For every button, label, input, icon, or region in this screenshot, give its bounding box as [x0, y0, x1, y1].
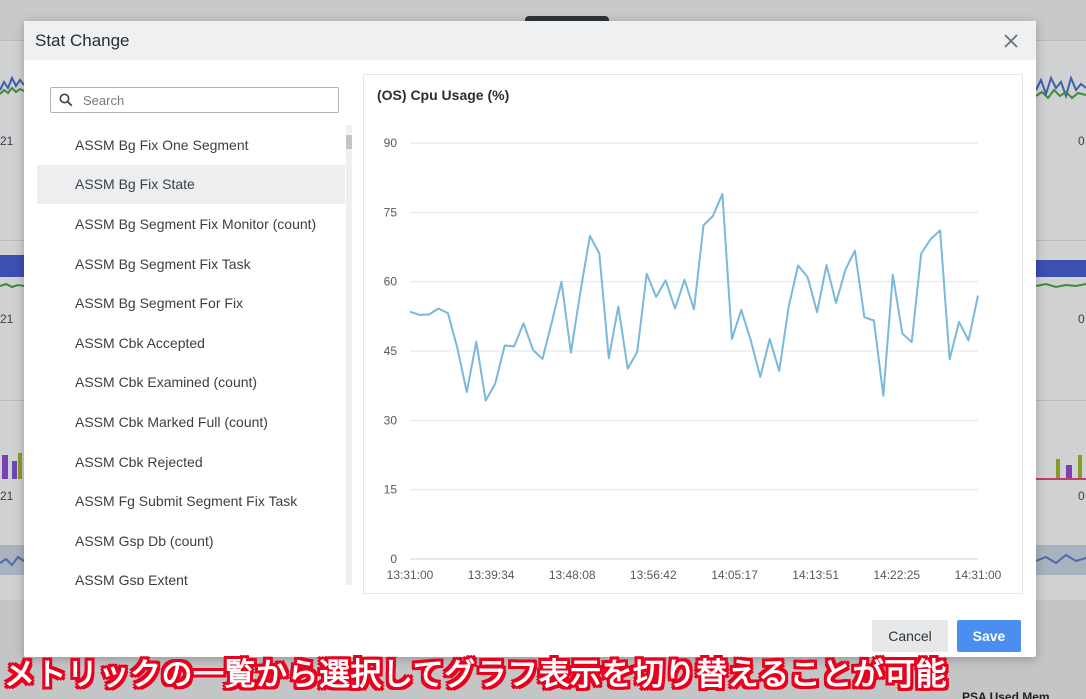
search-input[interactable] — [83, 92, 323, 108]
background-sparkline — [0, 75, 24, 95]
stat-list-item[interactable]: ASSM Gsp Db (count) — [37, 521, 345, 561]
list-scroll-thumb[interactable] — [346, 135, 352, 149]
stat-list-item[interactable]: ASSM Bg Segment Fix Monitor (count) — [37, 204, 345, 244]
x-tick-label: 13:31:00 — [387, 568, 434, 582]
stat-list: ASSM Bg Fix One Segment ASSM Bg Fix State… — [37, 125, 345, 585]
y-tick-label: 75 — [384, 205, 398, 219]
y-tick-label: 0 — [390, 552, 397, 566]
chart-card: (OS) Cpu Usage (%) 0 15 30 45 60 75 90 13:31:00… — [363, 74, 1023, 594]
stat-list-item[interactable]: ASSM Fg Submit Segment Fix Task — [37, 481, 345, 521]
stat-list-item[interactable]: ASSM Bg Fix One Segment — [37, 125, 345, 165]
stat-list-item[interactable]: ASSM Cbk Marked Full (count) — [37, 402, 345, 442]
x-tick-label: 13:56:42 — [630, 568, 677, 582]
x-tick-label: 14:31:00 — [955, 568, 1002, 582]
cpu-usage-line-chart: 0 15 30 45 60 75 90 13:31:00 13:39:34 13:48:08 13:… — [384, 136, 1002, 582]
search-box[interactable] — [50, 87, 339, 113]
x-tick-label: 13:48:08 — [549, 568, 596, 582]
caption-banner: メトリックの一覧から選択してグラフ表示を切り替えることが可能 — [4, 656, 948, 692]
background-sparkline — [0, 255, 24, 289]
stat-list-item[interactable]: ASSM Gsp Extent — [37, 561, 345, 585]
x-tick-label: 14:05:17 — [711, 568, 758, 582]
x-tick-label: 13:39:34 — [468, 568, 515, 582]
background-sparkline — [1036, 455, 1086, 480]
cpu-usage-series-line — [409, 192, 979, 402]
background-sparkline — [1036, 260, 1086, 289]
background-left-label: 21 — [0, 312, 14, 326]
stat-change-dialog: Stat Change ASSM Bg Fix One SegmentASSM … — [24, 21, 1036, 657]
list-scrollbar[interactable] — [346, 125, 352, 585]
stat-list-item[interactable]: ASSM Cbk Examined (count) — [37, 363, 345, 403]
dialog-title: Stat Change — [35, 30, 130, 50]
background-sparkline — [1036, 545, 1086, 575]
stat-list-item[interactable]: ASSM Cbk Accepted — [37, 323, 345, 363]
stat-list-item[interactable]: ASSM Cbk Rejected — [37, 442, 345, 482]
y-tick-label: 60 — [384, 275, 398, 289]
stat-list-item[interactable]: ASSM Bg Fix State — [37, 164, 345, 205]
dialog-header: Stat Change — [24, 21, 1036, 60]
close-icon[interactable] — [1002, 32, 1020, 50]
background-sparkline — [2, 453, 22, 479]
background-sparkline — [0, 545, 24, 575]
background-right-label: 0 — [1078, 134, 1085, 148]
background-left-label: 21 — [0, 489, 14, 503]
background-left-label: 21 — [0, 134, 14, 148]
stat-list-item[interactable]: ASSM Bg Segment Fix Task — [37, 244, 345, 284]
y-tick-label: 15 — [384, 483, 398, 497]
background-right-label: 0 — [1078, 489, 1085, 503]
x-tick-label: 14:13:51 — [792, 568, 839, 582]
cancel-button[interactable]: Cancel — [872, 620, 948, 652]
y-tick-label: 90 — [384, 136, 398, 150]
stat-list-item[interactable]: ASSM Bg Segment For Fix — [37, 283, 345, 323]
save-button[interactable]: Save — [957, 620, 1021, 652]
background-right-label: 0 — [1078, 312, 1085, 326]
background-sparkline — [1036, 74, 1086, 100]
search-icon — [59, 93, 73, 107]
y-tick-label: 30 — [384, 413, 398, 427]
y-tick-label: 45 — [384, 344, 398, 358]
x-tick-label: 14:22:25 — [873, 568, 920, 582]
